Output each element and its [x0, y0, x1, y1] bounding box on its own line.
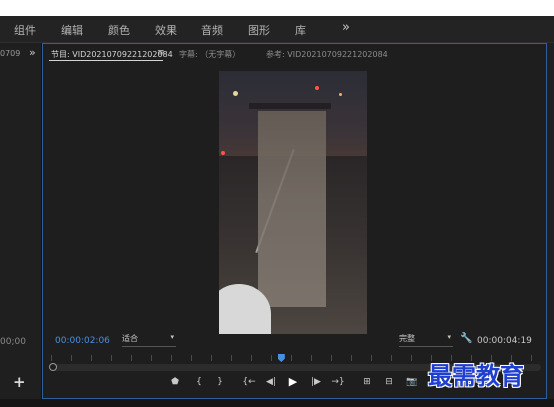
menu-item-effects[interactable]: 效果: [155, 22, 177, 38]
lift-icon[interactable]: ⊞: [360, 377, 374, 387]
playback-resolution-select[interactable]: 完整 ▾: [399, 333, 453, 347]
left-panel-overflow-icon[interactable]: »: [29, 46, 36, 59]
video-streetlight: [339, 93, 342, 96]
add-marker-icon[interactable]: ⬟: [168, 377, 182, 387]
duration-timecode: 00:00:04:19: [477, 336, 532, 346]
top-strip: [0, 0, 554, 16]
video-transition-panel: [258, 111, 326, 307]
go-to-out-icon[interactable]: →}: [331, 377, 345, 387]
playback-resolution-value: 完整: [399, 334, 415, 343]
right-panel-edge: [547, 43, 554, 399]
menu-item-audio[interactable]: 音频: [201, 22, 223, 38]
video-taillight: [221, 151, 225, 155]
chevron-down-icon: ▾: [447, 333, 451, 341]
menu-item-graphics[interactable]: 图形: [248, 22, 270, 38]
workspace-menubar: 组件 编辑 颜色 效果 音频 图形 库 »: [0, 16, 554, 43]
tab-captions[interactable]: 字幕: （无字幕）: [179, 49, 240, 60]
video-frame[interactable]: [219, 71, 367, 334]
tab-reference[interactable]: 参考: VID20210709221202084: [266, 49, 388, 60]
video-taillight: [315, 86, 319, 90]
menu-overflow-icon[interactable]: »: [342, 20, 350, 35]
left-panel-timecode: 00;00: [0, 337, 26, 347]
step-back-icon[interactable]: ◀|: [264, 377, 278, 387]
mark-out-icon[interactable]: }: [213, 377, 227, 387]
add-icon[interactable]: +: [13, 373, 26, 391]
video-streetlight: [233, 91, 238, 96]
menu-item-color[interactable]: 颜色: [108, 22, 130, 38]
menu-item-libraries[interactable]: 库: [295, 22, 306, 38]
play-icon[interactable]: ▶: [286, 375, 300, 388]
step-forward-icon[interactable]: |▶: [309, 377, 323, 387]
menu-item-editing[interactable]: 编辑: [61, 22, 83, 38]
tab-program[interactable]: 节目: VID20210709221202084: [51, 49, 173, 60]
panel-menu-icon[interactable]: ≡: [157, 48, 165, 58]
extract-icon[interactable]: ⊟: [382, 377, 396, 387]
current-timecode[interactable]: 00:00:02:06: [55, 336, 110, 346]
video-motorcycle: [249, 103, 331, 109]
zoom-fit-select[interactable]: 适合 ▾: [122, 333, 176, 347]
zoom-fit-value: 适合: [122, 334, 138, 343]
go-to-in-icon[interactable]: {←: [242, 377, 256, 387]
left-panel-tab[interactable]: 0709: [0, 49, 20, 58]
chevron-down-icon: ▾: [170, 333, 174, 341]
mark-in-icon[interactable]: {: [192, 377, 206, 387]
export-frame-icon[interactable]: 📷: [405, 377, 419, 387]
zoom-scrollbar-handle[interactable]: [49, 363, 57, 371]
watermark-logo: 最需教育: [428, 361, 524, 390]
menu-item-assembly[interactable]: 组件: [14, 22, 36, 38]
program-monitor: 节目: VID20210709221202084 ≡ 字幕: （无字幕） 参考:…: [42, 43, 547, 399]
bottom-strip: [0, 399, 554, 407]
left-panel: 0709 » 00;00 +: [0, 43, 42, 399]
active-tab-underline: [49, 60, 163, 61]
wrench-icon[interactable]: 🔧: [460, 333, 472, 344]
